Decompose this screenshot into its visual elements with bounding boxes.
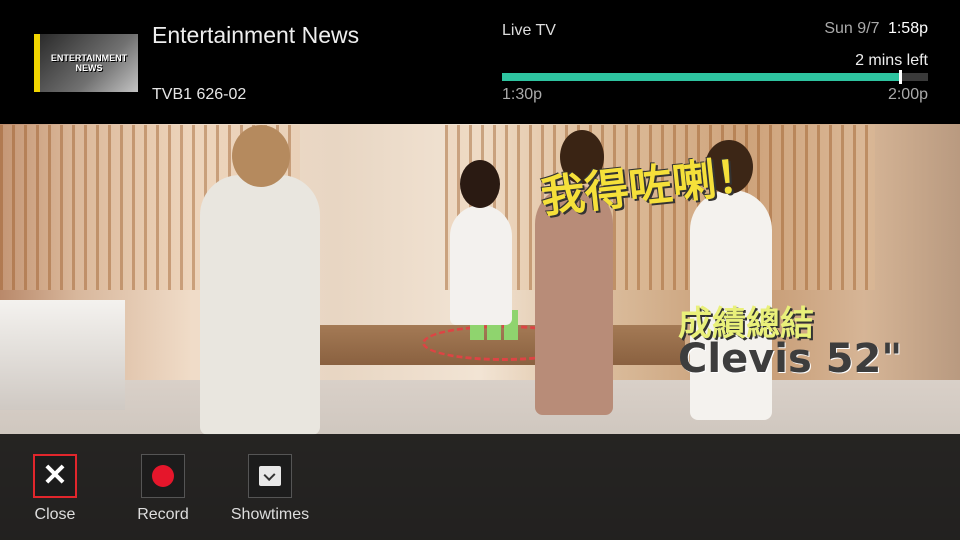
channel-label: TVB1 626-02 <box>152 86 247 103</box>
person-1-head <box>232 125 290 187</box>
clock-icon <box>259 466 281 486</box>
thumbnail-logo-text: ENTERTAINMENT NEWS <box>50 53 128 73</box>
record-icon <box>152 465 174 487</box>
showtimes-button[interactable]: Showtimes <box>225 454 315 524</box>
close-button[interactable]: ✕ Close <box>10 454 100 524</box>
date-label: Sun 9/7 <box>824 20 880 37</box>
date-time: Sun 9/7 1:58p <box>824 20 928 38</box>
close-icon: ✕ <box>42 459 68 492</box>
action-bar: ✕ Close Record Showtimes <box>0 434 960 540</box>
end-time: 2:00p <box>887 86 928 103</box>
caption-score: Clevis 52" <box>678 336 903 382</box>
person-2 <box>450 205 512 325</box>
program-thumbnail: ENTERTAINMENT NEWS <box>34 34 138 92</box>
time-remaining: 2 mins left <box>855 52 928 69</box>
person-2-head <box>460 160 500 208</box>
progress-fill <box>502 73 900 81</box>
progress-marker <box>899 70 902 84</box>
program-info-bar: ENTERTAINMENT NEWS Entertainment News TV… <box>0 0 960 124</box>
program-title: Entertainment News <box>152 22 360 48</box>
live-tv-label: Live TV <box>502 22 556 39</box>
bed <box>0 300 125 410</box>
clock-time: 1:58p <box>887 20 928 37</box>
program-progress-bar <box>502 70 928 84</box>
record-label: Record <box>137 506 189 523</box>
showtimes-button-frame[interactable] <box>248 454 292 498</box>
showtimes-label: Showtimes <box>230 506 310 523</box>
start-time: 1:30p <box>502 86 543 103</box>
person-1 <box>200 175 320 435</box>
record-button-frame[interactable] <box>141 454 185 498</box>
close-button-frame[interactable]: ✕ <box>33 454 77 498</box>
close-label: Close <box>34 506 76 523</box>
record-button[interactable]: Record <box>118 454 208 524</box>
